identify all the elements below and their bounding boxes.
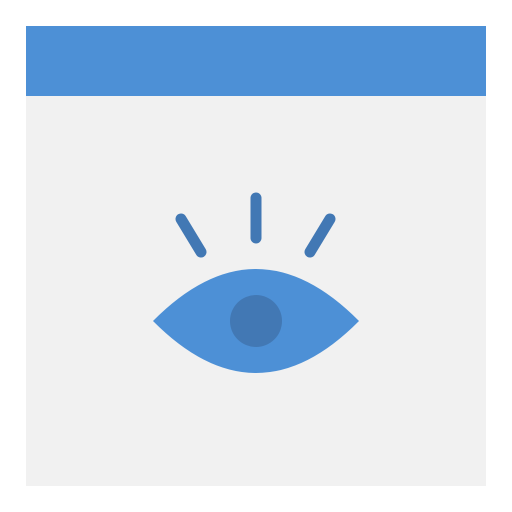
- eye-icon: [153, 192, 359, 373]
- eyelash-left: [175, 213, 207, 258]
- pupil: [230, 295, 282, 347]
- eyelash-right: [304, 213, 336, 258]
